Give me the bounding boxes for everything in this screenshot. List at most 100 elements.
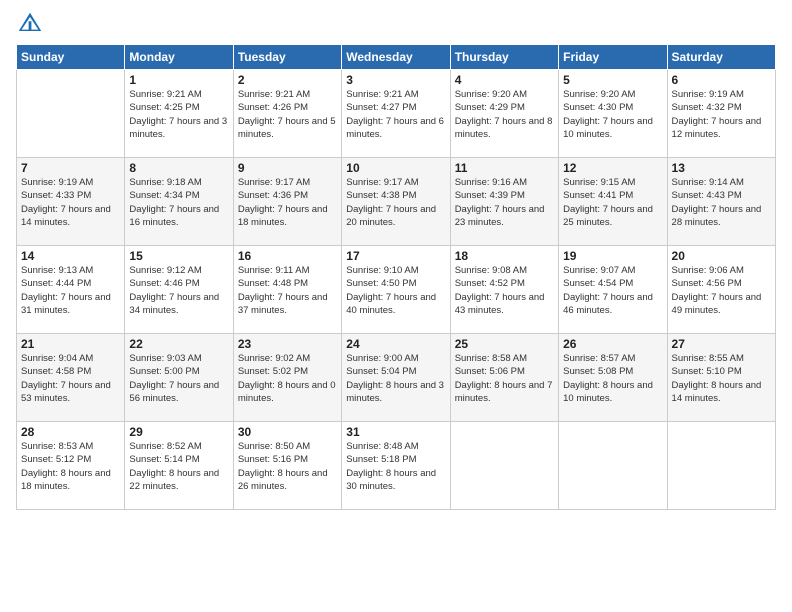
day-number: 15 — [129, 249, 228, 263]
day-cell: 11Sunrise: 9:16 AMSunset: 4:39 PMDayligh… — [450, 158, 558, 246]
day-info: Sunrise: 9:16 AMSunset: 4:39 PMDaylight:… — [455, 176, 554, 229]
header-cell-monday: Monday — [125, 45, 233, 70]
day-info: Sunrise: 9:20 AMSunset: 4:29 PMDaylight:… — [455, 88, 554, 141]
day-cell — [17, 70, 125, 158]
day-number: 18 — [455, 249, 554, 263]
day-cell: 20Sunrise: 9:06 AMSunset: 4:56 PMDayligh… — [667, 246, 775, 334]
day-cell: 19Sunrise: 9:07 AMSunset: 4:54 PMDayligh… — [559, 246, 667, 334]
day-cell: 25Sunrise: 8:58 AMSunset: 5:06 PMDayligh… — [450, 334, 558, 422]
day-number: 27 — [672, 337, 771, 351]
day-info: Sunrise: 9:18 AMSunset: 4:34 PMDaylight:… — [129, 176, 228, 229]
header-cell-thursday: Thursday — [450, 45, 558, 70]
day-info: Sunrise: 8:48 AMSunset: 5:18 PMDaylight:… — [346, 440, 445, 493]
day-info: Sunrise: 8:58 AMSunset: 5:06 PMDaylight:… — [455, 352, 554, 405]
day-cell: 3Sunrise: 9:21 AMSunset: 4:27 PMDaylight… — [342, 70, 450, 158]
day-cell: 9Sunrise: 9:17 AMSunset: 4:36 PMDaylight… — [233, 158, 341, 246]
day-number: 2 — [238, 73, 337, 87]
header-cell-sunday: Sunday — [17, 45, 125, 70]
day-number: 9 — [238, 161, 337, 175]
calendar-table: SundayMondayTuesdayWednesdayThursdayFrid… — [16, 44, 776, 510]
day-cell: 8Sunrise: 9:18 AMSunset: 4:34 PMDaylight… — [125, 158, 233, 246]
day-cell: 22Sunrise: 9:03 AMSunset: 5:00 PMDayligh… — [125, 334, 233, 422]
week-row-2: 14Sunrise: 9:13 AMSunset: 4:44 PMDayligh… — [17, 246, 776, 334]
day-info: Sunrise: 9:14 AMSunset: 4:43 PMDaylight:… — [672, 176, 771, 229]
day-number: 20 — [672, 249, 771, 263]
day-cell: 17Sunrise: 9:10 AMSunset: 4:50 PMDayligh… — [342, 246, 450, 334]
day-info: Sunrise: 9:21 AMSunset: 4:25 PMDaylight:… — [129, 88, 228, 141]
day-number: 4 — [455, 73, 554, 87]
day-cell: 13Sunrise: 9:14 AMSunset: 4:43 PMDayligh… — [667, 158, 775, 246]
day-info: Sunrise: 9:17 AMSunset: 4:38 PMDaylight:… — [346, 176, 445, 229]
day-info: Sunrise: 8:50 AMSunset: 5:16 PMDaylight:… — [238, 440, 337, 493]
header-cell-saturday: Saturday — [667, 45, 775, 70]
day-number: 25 — [455, 337, 554, 351]
day-cell — [667, 422, 775, 510]
day-cell: 29Sunrise: 8:52 AMSunset: 5:14 PMDayligh… — [125, 422, 233, 510]
day-cell: 31Sunrise: 8:48 AMSunset: 5:18 PMDayligh… — [342, 422, 450, 510]
day-cell: 1Sunrise: 9:21 AMSunset: 4:25 PMDaylight… — [125, 70, 233, 158]
day-cell — [450, 422, 558, 510]
day-info: Sunrise: 9:04 AMSunset: 4:58 PMDaylight:… — [21, 352, 120, 405]
day-number: 29 — [129, 425, 228, 439]
logo — [16, 10, 48, 38]
day-info: Sunrise: 9:12 AMSunset: 4:46 PMDaylight:… — [129, 264, 228, 317]
logo-icon — [16, 10, 44, 38]
day-number: 6 — [672, 73, 771, 87]
day-number: 19 — [563, 249, 662, 263]
day-info: Sunrise: 9:02 AMSunset: 5:02 PMDaylight:… — [238, 352, 337, 405]
week-row-3: 21Sunrise: 9:04 AMSunset: 4:58 PMDayligh… — [17, 334, 776, 422]
week-row-1: 7Sunrise: 9:19 AMSunset: 4:33 PMDaylight… — [17, 158, 776, 246]
day-info: Sunrise: 9:00 AMSunset: 5:04 PMDaylight:… — [346, 352, 445, 405]
day-info: Sunrise: 9:10 AMSunset: 4:50 PMDaylight:… — [346, 264, 445, 317]
day-cell: 10Sunrise: 9:17 AMSunset: 4:38 PMDayligh… — [342, 158, 450, 246]
day-cell: 2Sunrise: 9:21 AMSunset: 4:26 PMDaylight… — [233, 70, 341, 158]
day-info: Sunrise: 9:07 AMSunset: 4:54 PMDaylight:… — [563, 264, 662, 317]
day-cell: 15Sunrise: 9:12 AMSunset: 4:46 PMDayligh… — [125, 246, 233, 334]
week-row-4: 28Sunrise: 8:53 AMSunset: 5:12 PMDayligh… — [17, 422, 776, 510]
day-number: 13 — [672, 161, 771, 175]
day-info: Sunrise: 8:55 AMSunset: 5:10 PMDaylight:… — [672, 352, 771, 405]
week-row-0: 1Sunrise: 9:21 AMSunset: 4:25 PMDaylight… — [17, 70, 776, 158]
day-number: 28 — [21, 425, 120, 439]
day-number: 17 — [346, 249, 445, 263]
day-number: 31 — [346, 425, 445, 439]
day-cell: 5Sunrise: 9:20 AMSunset: 4:30 PMDaylight… — [559, 70, 667, 158]
day-cell — [559, 422, 667, 510]
day-number: 3 — [346, 73, 445, 87]
header — [16, 10, 776, 38]
day-cell: 7Sunrise: 9:19 AMSunset: 4:33 PMDaylight… — [17, 158, 125, 246]
day-info: Sunrise: 9:15 AMSunset: 4:41 PMDaylight:… — [563, 176, 662, 229]
day-cell: 16Sunrise: 9:11 AMSunset: 4:48 PMDayligh… — [233, 246, 341, 334]
day-cell: 27Sunrise: 8:55 AMSunset: 5:10 PMDayligh… — [667, 334, 775, 422]
day-info: Sunrise: 9:21 AMSunset: 4:27 PMDaylight:… — [346, 88, 445, 141]
day-number: 7 — [21, 161, 120, 175]
day-info: Sunrise: 8:57 AMSunset: 5:08 PMDaylight:… — [563, 352, 662, 405]
day-info: Sunrise: 9:03 AMSunset: 5:00 PMDaylight:… — [129, 352, 228, 405]
day-cell: 14Sunrise: 9:13 AMSunset: 4:44 PMDayligh… — [17, 246, 125, 334]
day-number: 30 — [238, 425, 337, 439]
header-cell-tuesday: Tuesday — [233, 45, 341, 70]
day-cell: 24Sunrise: 9:00 AMSunset: 5:04 PMDayligh… — [342, 334, 450, 422]
day-number: 8 — [129, 161, 228, 175]
day-info: Sunrise: 9:17 AMSunset: 4:36 PMDaylight:… — [238, 176, 337, 229]
day-cell: 23Sunrise: 9:02 AMSunset: 5:02 PMDayligh… — [233, 334, 341, 422]
day-cell: 12Sunrise: 9:15 AMSunset: 4:41 PMDayligh… — [559, 158, 667, 246]
day-number: 26 — [563, 337, 662, 351]
day-number: 22 — [129, 337, 228, 351]
day-cell: 6Sunrise: 9:19 AMSunset: 4:32 PMDaylight… — [667, 70, 775, 158]
day-cell: 21Sunrise: 9:04 AMSunset: 4:58 PMDayligh… — [17, 334, 125, 422]
day-number: 16 — [238, 249, 337, 263]
day-number: 14 — [21, 249, 120, 263]
day-info: Sunrise: 9:11 AMSunset: 4:48 PMDaylight:… — [238, 264, 337, 317]
header-cell-wednesday: Wednesday — [342, 45, 450, 70]
day-info: Sunrise: 9:21 AMSunset: 4:26 PMDaylight:… — [238, 88, 337, 141]
page: SundayMondayTuesdayWednesdayThursdayFrid… — [0, 0, 792, 612]
day-info: Sunrise: 8:53 AMSunset: 5:12 PMDaylight:… — [21, 440, 120, 493]
day-number: 21 — [21, 337, 120, 351]
day-cell: 26Sunrise: 8:57 AMSunset: 5:08 PMDayligh… — [559, 334, 667, 422]
day-number: 10 — [346, 161, 445, 175]
day-info: Sunrise: 9:13 AMSunset: 4:44 PMDaylight:… — [21, 264, 120, 317]
header-row: SundayMondayTuesdayWednesdayThursdayFrid… — [17, 45, 776, 70]
day-info: Sunrise: 9:08 AMSunset: 4:52 PMDaylight:… — [455, 264, 554, 317]
day-cell: 18Sunrise: 9:08 AMSunset: 4:52 PMDayligh… — [450, 246, 558, 334]
